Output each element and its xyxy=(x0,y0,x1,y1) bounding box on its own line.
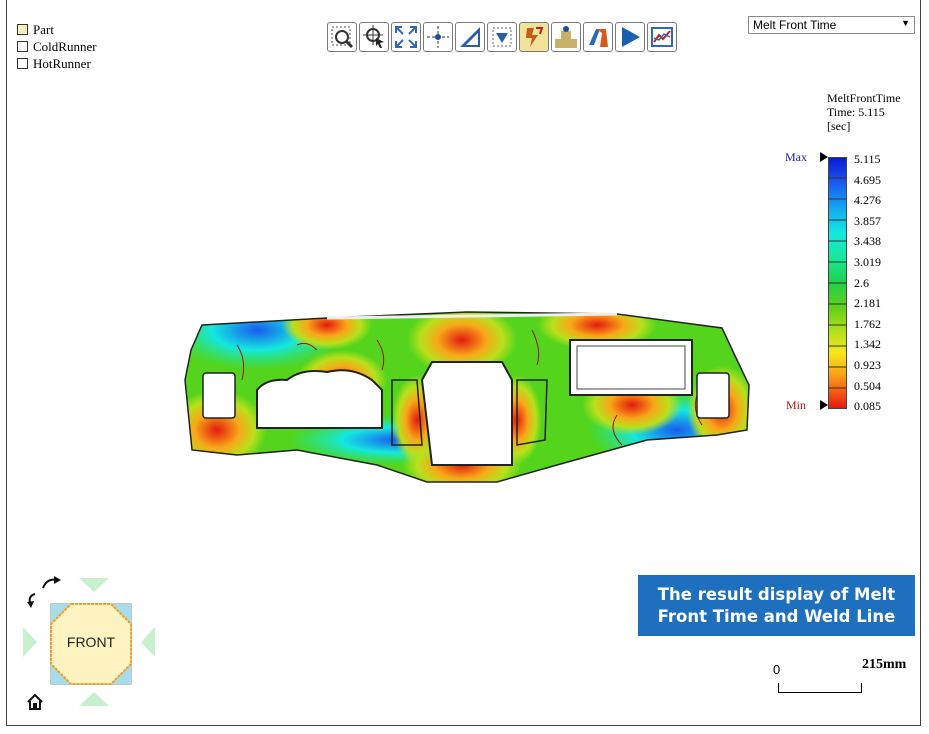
pan-center-button[interactable] xyxy=(423,22,453,52)
legend-value: 2.6 xyxy=(854,275,869,290)
section-cut-icon xyxy=(492,27,512,47)
legend-value: 1.342 xyxy=(854,337,881,352)
caption-box: The result display of Melt Front Time an… xyxy=(638,575,915,636)
dashboard-model-view[interactable] xyxy=(177,300,757,500)
zoom-pointer-button[interactable] xyxy=(359,22,389,52)
rotate-left-arrow-icon[interactable] xyxy=(23,627,37,657)
navcube-front-face[interactable]: FRONT xyxy=(55,606,127,678)
play-animation-button[interactable] xyxy=(615,22,645,52)
dropdown-arrow-icon: ▼ xyxy=(901,18,910,28)
view-navigation-cube: FRONT xyxy=(21,574,161,710)
legend-unit: [sec] xyxy=(827,119,851,133)
layer-hotrunner[interactable]: HotRunner xyxy=(17,55,97,72)
legend-header: MeltFrontTime Time: 5.115 [sec] xyxy=(827,91,901,133)
rotate-up-arrow-icon[interactable] xyxy=(79,578,109,592)
home-view-icon[interactable] xyxy=(26,693,44,711)
layer-part[interactable]: Part xyxy=(17,21,97,38)
legend-value: 4.276 xyxy=(854,193,881,208)
xy-plot-button[interactable] xyxy=(551,22,581,52)
result-type-select[interactable]: Melt Front Time ▼ xyxy=(748,16,915,34)
measure-button[interactable] xyxy=(455,22,485,52)
layer-part-checkbox[interactable] xyxy=(17,24,28,35)
rotate-down-arrow-icon[interactable] xyxy=(79,692,109,706)
measure-icon xyxy=(460,27,480,47)
caption-line-1: The result display of Melt xyxy=(657,584,896,604)
legend-values: 5.115 4.695 4.276 3.857 3.438 3.019 2.6 … xyxy=(854,152,881,420)
pan-center-icon xyxy=(427,26,449,48)
scale-bar xyxy=(778,683,862,693)
play-animation-icon xyxy=(622,27,640,47)
legend-value: 4.695 xyxy=(854,172,881,187)
shape-tool-icon xyxy=(589,29,608,47)
section-cut-button[interactable] xyxy=(487,22,517,52)
legend-value: 1.762 xyxy=(854,316,881,331)
caption-line-2: Front Time and Weld Line xyxy=(657,606,896,626)
legend-value: 3.019 xyxy=(854,254,881,269)
fit-all-button[interactable] xyxy=(391,22,421,52)
xy-plot-icon xyxy=(555,26,577,48)
view-toolbar xyxy=(327,22,677,52)
rotate-right-arrow-icon[interactable] xyxy=(141,627,155,657)
zoom-window-icon xyxy=(331,26,354,49)
viewer-frame: Part ColdRunner HotRunner Melt Front Tim… xyxy=(6,0,921,726)
layer-list: Part ColdRunner HotRunner xyxy=(17,21,97,72)
fit-all-icon xyxy=(395,26,417,48)
legend-min-label: Min xyxy=(786,398,807,412)
legend-value: 0.504 xyxy=(854,378,881,393)
legend-value: 0.923 xyxy=(854,357,881,372)
zoom-window-button[interactable] xyxy=(327,22,357,52)
legend-time: Time: 5.115 xyxy=(827,105,885,119)
legend-value: 0.085 xyxy=(854,399,881,414)
zoom-pointer-icon xyxy=(363,25,384,48)
layer-part-label: Part xyxy=(33,21,54,37)
legend-value: 3.857 xyxy=(854,213,881,228)
shape-tool-button[interactable] xyxy=(583,22,613,52)
layer-coldrunner-label: ColdRunner xyxy=(33,38,97,54)
chart-icon xyxy=(651,27,673,47)
chart-button[interactable] xyxy=(647,22,677,52)
legend-value: 2.181 xyxy=(854,296,881,311)
result-type-value: Melt Front Time xyxy=(753,18,837,32)
max-pointer-icon xyxy=(820,152,828,162)
layer-hotrunner-checkbox[interactable] xyxy=(17,58,28,69)
layer-coldrunner-checkbox[interactable] xyxy=(17,41,28,52)
legend-tick-marks xyxy=(828,177,847,389)
legend-value: 5.115 xyxy=(854,152,881,166)
layer-coldrunner[interactable]: ColdRunner xyxy=(17,38,97,55)
scale-length-label: 215mm xyxy=(862,657,907,672)
weld-line-button[interactable] xyxy=(519,22,549,52)
weld-line-icon xyxy=(526,27,544,47)
legend-max-label: Max xyxy=(785,150,807,164)
layer-hotrunner-label: HotRunner xyxy=(33,55,91,71)
min-pointer-icon xyxy=(820,400,828,410)
legend-value: 3.438 xyxy=(854,234,881,249)
scale-zero-label: 0 xyxy=(773,662,781,677)
legend-title: MeltFrontTime xyxy=(827,91,901,105)
